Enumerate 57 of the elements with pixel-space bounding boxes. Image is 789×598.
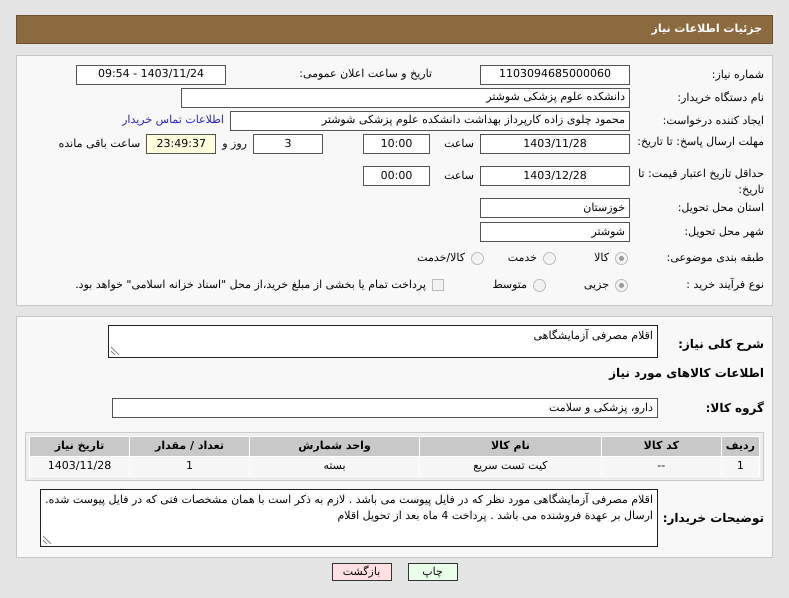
column-header: ردیف [721, 436, 760, 456]
field-label: حداقل تاریخ اعتبار قیمت: تا تاریخ: [637, 166, 764, 198]
value-field[interactable]: شوشتر [480, 222, 630, 242]
field-label: طبقه بندی موضوعی: [666, 250, 764, 266]
table-cell: 1403/11/28 [30, 456, 130, 476]
field-label: ساعت [443, 136, 474, 152]
table-cell: 1 [130, 456, 250, 476]
summary-textarea[interactable]: اقلام مصرفی آزمایشگاهی [108, 325, 658, 358]
field-label: شرح کلی نیاز: [677, 336, 764, 353]
value-field[interactable]: محمود چلوی زاده کارپرداز بهداشت دانشکده علوم پزشکی شوشتر [230, 110, 630, 130]
field-label: ایجاد کننده درخواست: [662, 112, 764, 128]
option-label: متوسط [492, 276, 527, 293]
resize-grip-icon[interactable] [43, 535, 52, 544]
back-button[interactable]: بازگشت [332, 563, 392, 581]
value-field[interactable]: 00:00 [363, 166, 430, 186]
buyer-contact-link[interactable]: اطلاعات تماس خریدار [122, 112, 224, 129]
table-cell: 1 [721, 456, 760, 476]
value-field[interactable]: 1403/11/28 [480, 134, 630, 154]
field-label: شماره نیاز: [710, 66, 764, 82]
table-cell: -- [601, 456, 722, 476]
page-header: جزئیات اطلاعات نیاز [16, 15, 773, 44]
column-header: واحد شمارش [250, 436, 420, 456]
countdown-field[interactable]: 23:49:37 [146, 134, 216, 154]
resize-grip-icon[interactable] [111, 346, 120, 355]
payment-note: پرداخت تمام یا بخشی از مبلغ خرید،از محل "اسناد خزانه اسلامی" خواهد بود. [75, 276, 426, 293]
option-label: کالا/خدمت [417, 250, 465, 266]
option-label: کالا [594, 250, 609, 266]
field-label: تاریخ و ساعت اعلان عمومی: [298, 66, 432, 82]
field-label: ساعت [443, 168, 474, 184]
value-field[interactable]: 1103094685000060 [480, 64, 630, 84]
option-label: جزیی [584, 276, 609, 293]
notes-textarea[interactable]: اقلام مصرفی آزمایشگاهی مورد نظر که در فایل پیوست می باشد . لازم به ذکر است با همان مشخصات فنی که در فایل پیوست شده. ارسال بر عهدة فروشنده می باشد . پرداخت 4 ماه بعد از تحویل اقلام [40, 489, 658, 547]
value-field[interactable]: 3 [253, 134, 323, 154]
value-field[interactable]: خوزستان [480, 198, 630, 218]
column-header: تعداد / مقدار [130, 436, 250, 456]
field-label: مهلت ارسال پاسخ: تا تاریخ: [636, 134, 764, 150]
field-label: نام دستگاه خریدار: [676, 90, 764, 106]
value-field[interactable]: 10:00 [363, 134, 430, 154]
table-cell: بسته [250, 456, 420, 476]
field-label: شهر محل تحویل: [683, 224, 764, 240]
field-label: توضیحات خریدار: [664, 510, 764, 527]
column-header: تاریخ نیاز [30, 436, 130, 456]
value-field[interactable]: دارو، پزشکی و سلامت [112, 398, 658, 418]
option-label: خدمت [508, 250, 537, 266]
section-title: اطلاعات کالاهای مورد نیاز [608, 365, 764, 382]
field-label: استان محل تحویل: [676, 200, 764, 216]
value-field[interactable]: دانشکده علوم پزشکی شوشتر [181, 88, 630, 108]
value-field[interactable]: 1403/12/28 [480, 166, 630, 186]
field-label: روز و [222, 136, 247, 152]
column-header: نام کالا [420, 436, 602, 456]
value-field[interactable]: 1403/11/24 - 09:54 [76, 64, 226, 84]
print-button[interactable]: چاپ [408, 563, 458, 581]
column-header: کد کالا [601, 436, 722, 456]
field-label: نوع فرآیند خرید : [685, 277, 764, 293]
field-label: ساعت باقی مانده [58, 136, 140, 152]
table-cell: کیت تست سریع [420, 456, 602, 476]
field-label: گروه کالا: [704, 400, 764, 417]
